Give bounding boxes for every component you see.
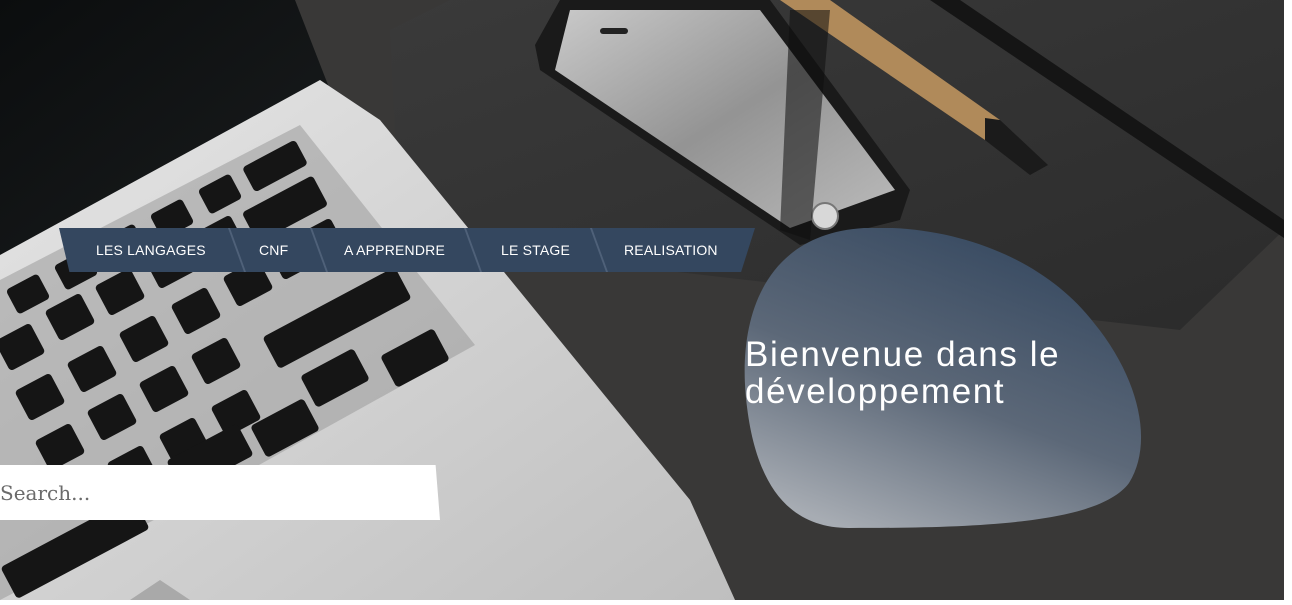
nav-item-les-langages[interactable]: LES LANGAGES bbox=[96, 228, 206, 272]
page: LES LANGAGES CNF A APPRENDRE LE STAGE RE… bbox=[0, 0, 1292, 605]
nav-item-le-stage[interactable]: LE STAGE bbox=[501, 228, 570, 272]
page-bottom-margin bbox=[0, 600, 1292, 605]
nav-item-cnf[interactable]: CNF bbox=[259, 228, 288, 272]
search-box bbox=[0, 465, 440, 520]
welcome-title: Bienvenue dans le développement bbox=[745, 335, 1061, 411]
nav-item-a-apprendre[interactable]: A APPRENDRE bbox=[344, 228, 445, 272]
search-input[interactable] bbox=[0, 465, 430, 520]
nav-item-realisation[interactable]: REALISATION bbox=[624, 228, 718, 272]
page-right-margin bbox=[1284, 0, 1292, 605]
